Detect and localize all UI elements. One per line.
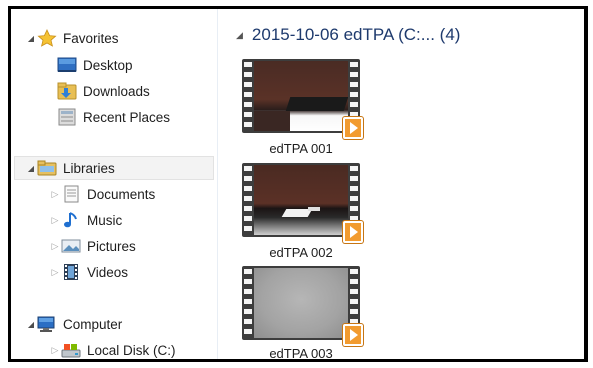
video-thumbnail bbox=[242, 266, 363, 346]
nav-item-documents[interactable]: ▷ Documents bbox=[49, 182, 155, 206]
nav-computer-label: Computer bbox=[63, 316, 123, 332]
file-item[interactable]: edTPA 002 bbox=[242, 163, 363, 263]
nav-item-recent-places[interactable]: Recent Places bbox=[57, 105, 170, 129]
star-icon bbox=[37, 29, 57, 47]
navigation-pane: ◢ Favorites Desktop Downloads Recent Pla… bbox=[11, 9, 217, 359]
nav-item-pictures[interactable]: ▷ Pictures bbox=[49, 234, 136, 258]
nav-item-videos[interactable]: ▷ Videos bbox=[49, 260, 128, 284]
nav-computer[interactable]: ◢ Computer bbox=[25, 312, 122, 336]
group-header[interactable]: ◢ 2015-10-06 edTPA (C:... (4) bbox=[236, 25, 460, 45]
file-name: edTPA 001 bbox=[269, 141, 333, 156]
expanded-arrow-icon[interactable]: ◢ bbox=[25, 34, 37, 43]
libraries-icon bbox=[37, 159, 57, 177]
group-title: 2015-10-06 edTPA (C:... (4) bbox=[251, 25, 461, 44]
nav-item-label: Music bbox=[87, 212, 123, 228]
collapsed-arrow-icon[interactable]: ▷ bbox=[49, 189, 61, 200]
collapsed-arrow-icon[interactable]: ▷ bbox=[49, 267, 61, 278]
nav-item-label: Desktop bbox=[83, 57, 133, 73]
nav-item-label: Local Disk (C:) bbox=[87, 342, 176, 358]
nav-item-label: Documents bbox=[87, 186, 156, 202]
documents-icon bbox=[61, 185, 81, 203]
collapsed-arrow-icon[interactable]: ▷ bbox=[49, 215, 61, 226]
nav-item-music[interactable]: ▷ Music bbox=[49, 208, 122, 232]
downloads-folder-icon bbox=[57, 82, 77, 100]
file-item[interactable]: edTPA 001 bbox=[242, 59, 363, 159]
video-play-badge-icon bbox=[343, 221, 363, 243]
nav-item-label: Downloads bbox=[83, 83, 150, 99]
explorer-window: ◢ Favorites Desktop Downloads Recent Pla… bbox=[8, 6, 588, 362]
video-thumbnail bbox=[242, 163, 363, 243]
nav-favorites-label: Favorites bbox=[63, 30, 119, 46]
nav-item-label: Videos bbox=[87, 264, 129, 280]
file-name: edTPA 002 bbox=[269, 245, 333, 260]
desktop-icon bbox=[57, 56, 77, 74]
nav-favorites[interactable]: ◢ Favorites bbox=[25, 26, 119, 50]
music-note-icon bbox=[61, 211, 81, 229]
nav-item-local-disk[interactable]: ▷ Local Disk (C:) bbox=[49, 338, 176, 359]
videos-icon bbox=[61, 263, 81, 281]
recent-places-icon bbox=[57, 108, 77, 126]
collapsed-arrow-icon[interactable]: ▷ bbox=[49, 345, 61, 356]
file-name: edTPA 003 bbox=[269, 346, 333, 361]
content-pane: ◢ 2015-10-06 edTPA (C:... (4) edTPA 001 bbox=[218, 9, 584, 359]
nav-item-label: Recent Places bbox=[83, 109, 171, 125]
video-play-badge-icon bbox=[343, 117, 363, 139]
video-thumbnail bbox=[242, 59, 363, 139]
video-play-badge-icon bbox=[343, 324, 363, 346]
computer-icon bbox=[37, 315, 57, 333]
nav-item-label: Pictures bbox=[87, 238, 136, 254]
nav-libraries[interactable]: ◢ Libraries bbox=[25, 156, 115, 180]
collapsed-arrow-icon[interactable]: ▷ bbox=[49, 241, 61, 252]
nav-item-downloads[interactable]: Downloads bbox=[57, 79, 150, 103]
pictures-icon bbox=[61, 237, 81, 255]
expanded-arrow-icon[interactable]: ◢ bbox=[25, 320, 37, 329]
local-disk-icon bbox=[61, 341, 81, 359]
expanded-arrow-icon[interactable]: ◢ bbox=[236, 30, 243, 41]
nav-libraries-label: Libraries bbox=[63, 160, 115, 176]
file-item[interactable]: edTPA 003 bbox=[242, 266, 363, 361]
expanded-arrow-icon[interactable]: ◢ bbox=[25, 164, 37, 173]
nav-item-desktop[interactable]: Desktop bbox=[57, 53, 133, 77]
